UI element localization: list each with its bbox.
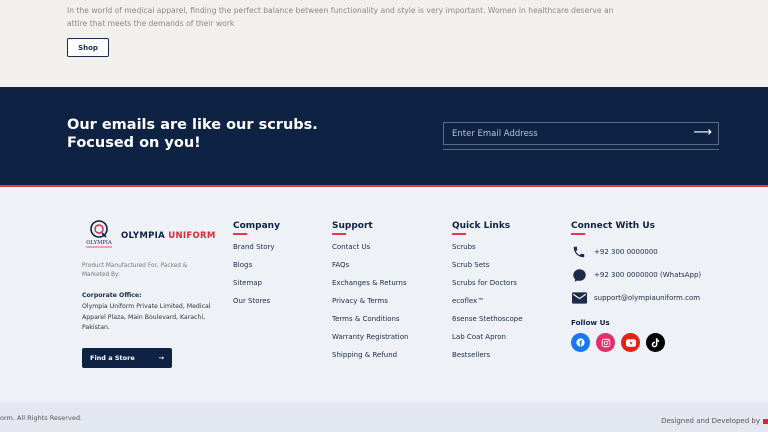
newsletter-headline: Our emails are like our scrubs. Focused … (67, 116, 318, 152)
corporate-office-address: Olympia Uniform Private Limited, Medical… (82, 303, 211, 331)
brand-logo[interactable]: OLYMPIA OLYMPIA UNIFORM (82, 219, 222, 249)
footer: OLYMPIA OLYMPIA UNIFORM Product Manufact… (0, 189, 768, 402)
support-email: support@olympiauniform.com (594, 294, 701, 302)
title-underline (233, 233, 247, 235)
contact-phone[interactable]: +92 300 0000000 (571, 244, 658, 260)
intro-text: In the world of medical apparel, finding… (67, 6, 614, 28)
company-title: Company (233, 221, 280, 231)
footer-link-warranty-registration[interactable]: Warranty Registration (332, 333, 408, 351)
footer-link-sitemap[interactable]: Sitemap (233, 279, 280, 297)
footer-link-scrub-sets[interactable]: Scrub Sets (452, 261, 523, 279)
email-input[interactable] (452, 123, 682, 144)
contact-whatsapp[interactable]: +92 300 0000000 (WhatsApp) (571, 267, 701, 283)
developer-logo-icon[interactable] (763, 419, 768, 424)
logo-mark-text: OLYMPIA (86, 240, 112, 246)
newsletter-headline-line2: Focused on you! (67, 135, 201, 151)
facebook-icon[interactable] (571, 333, 590, 352)
newsletter-headline-line1: Our emails are like our scrubs. (67, 117, 318, 133)
footer-link-faqs[interactable]: FAQs (332, 261, 408, 279)
footer-link-shipping-refund[interactable]: Shipping & Refund (332, 351, 408, 369)
footer-link-ecoflex[interactable]: ecoflex™ (452, 297, 523, 315)
title-underline (571, 233, 585, 235)
social-links (571, 333, 671, 352)
connect-column: Connect With Us (571, 221, 655, 235)
footer-link-contact-us[interactable]: Contact Us (332, 243, 408, 261)
youtube-icon[interactable] (621, 333, 640, 352)
whatsapp-number: +92 300 0000000 (WhatsApp) (594, 271, 702, 279)
footer-link-scrubs-for-doctors[interactable]: Scrubs for Doctors (452, 279, 523, 297)
follow-us-title: Follow Us (571, 318, 610, 327)
tiktok-icon[interactable] (646, 333, 665, 352)
find-store-label: Find a Store (90, 354, 135, 362)
whatsapp-icon (571, 267, 587, 283)
phone-number: +92 300 0000000 (594, 248, 658, 256)
title-underline (332, 233, 346, 235)
olympia-logo-icon: OLYMPIA (86, 220, 112, 248)
bottom-bar: orm. All Rights Reserved. Designed and D… (0, 402, 768, 432)
brand-wordmark: OLYMPIA UNIFORM (121, 231, 216, 241)
footer-link-privacy-terms[interactable]: Privacy & Terms (332, 297, 408, 315)
footer-link-terms-conditions[interactable]: Terms & Conditions (332, 315, 408, 333)
intro-section: In the world of medical apparel, finding… (0, 0, 768, 87)
designed-by-text[interactable]: Designed and Developed by (661, 417, 760, 425)
title-underline (452, 233, 466, 235)
manufacturer-note: Product Manufactured For, Packed & Marke… (82, 263, 188, 278)
support-column: Support Contact Us FAQs Exchanges & Retu… (332, 221, 408, 369)
newsletter-underline (443, 149, 719, 150)
footer-link-lab-coat-apron[interactable]: Lab Coat Apron (452, 333, 523, 351)
quick-links-column: Quick Links Scrubs Scrub Sets Scrubs for… (452, 221, 523, 369)
brand-name-part2: UNIFORM (168, 231, 216, 241)
footer-link-stethoscope[interactable]: 6sense Stethoscope (452, 315, 523, 333)
shop-button[interactable]: Shop (67, 38, 109, 57)
footer-link-bestsellers[interactable]: Bestsellers (452, 351, 523, 369)
connect-title: Connect With Us (571, 221, 655, 231)
footer-link-brand-story[interactable]: Brand Story (233, 243, 280, 261)
newsletter-section: Our emails are like our scrubs. Focused … (0, 87, 768, 185)
instagram-icon[interactable] (596, 333, 615, 352)
newsletter-form: ⟶ (443, 122, 719, 145)
footer-link-scrubs[interactable]: Scrubs (452, 243, 523, 261)
footer-link-our-stores[interactable]: Our Stores (233, 297, 280, 315)
quick-links-title: Quick Links (452, 221, 511, 231)
contact-email[interactable]: support@olympiauniform.com (571, 290, 700, 306)
company-column: Company Brand Story Blogs Sitemap Our St… (233, 221, 280, 315)
copyright-text: orm. All Rights Reserved. (0, 414, 83, 422)
phone-icon (571, 244, 587, 260)
footer-link-blogs[interactable]: Blogs (233, 261, 280, 279)
footer-link-exchanges-returns[interactable]: Exchanges & Returns (332, 279, 408, 297)
email-icon (571, 290, 587, 306)
arrow-right-icon: → (158, 354, 164, 362)
support-title: Support (332, 221, 373, 231)
find-store-button[interactable]: Find a Store → (82, 348, 172, 368)
corporate-office-title: Corporate Office: (82, 292, 142, 299)
arrow-right-icon[interactable]: ⟶ (693, 125, 712, 141)
brand-name-part1: OLYMPIA (121, 231, 166, 241)
